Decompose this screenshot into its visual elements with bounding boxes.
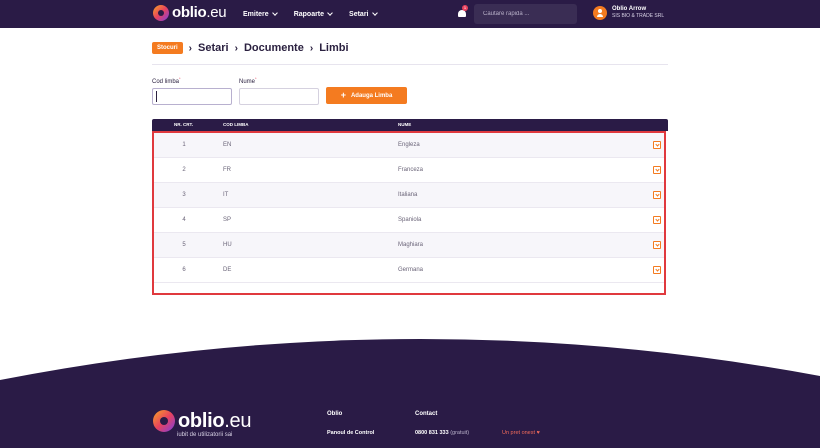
breadcrumb-separator-icon: ›	[234, 42, 238, 54]
add-language-label: Adauga Limba	[350, 92, 393, 99]
name-field-label: Nume*	[239, 76, 257, 85]
row-actions-dropdown-icon[interactable]	[653, 191, 661, 199]
footer-brand-tld: .eu	[224, 410, 252, 432]
menu-setari-label: Setari	[349, 10, 369, 18]
heart-icon: ♥	[536, 430, 540, 436]
menu-rapoarte-label: Rapoarte	[293, 10, 325, 18]
cell-cod: FR	[223, 167, 231, 173]
cell-cod: HU	[223, 242, 232, 248]
breadcrumb: Stocuri › Setari › Documente › Limbi	[152, 42, 349, 54]
row-actions-dropdown-icon[interactable]	[653, 141, 661, 149]
footer-link-panou[interactable]: Panoul de Control	[327, 430, 374, 436]
cell-cod: EN	[223, 142, 232, 148]
oblio-logo-icon	[153, 410, 175, 432]
table-row: 2 FR Franceza	[154, 158, 664, 183]
notification-badge: 1	[462, 5, 468, 11]
cell-nume: Engleza	[398, 142, 420, 148]
languages-table-body: 1 EN Engleza 2 FR Franceza 3 IT Italiana…	[152, 131, 666, 295]
footer-col-oblio-title: Oblio	[327, 411, 343, 417]
menu-emitere-label: Emitere	[243, 10, 269, 18]
cell-nume: Spaniola	[398, 217, 422, 223]
quick-search-input[interactable]	[474, 4, 577, 24]
user-name: Oblio Arrow	[612, 6, 647, 12]
cell-nr: 5	[182, 242, 186, 248]
cell-nr: 1	[182, 142, 186, 148]
required-mark: *	[179, 76, 181, 81]
footer-phone-note: (gratuit)	[450, 430, 470, 436]
footer-col-contact-title: Contact	[415, 411, 438, 417]
cell-cod: DE	[223, 267, 232, 273]
breadcrumb-divider	[152, 64, 668, 65]
breadcrumb-badge-stocuri[interactable]: Stocuri	[152, 42, 183, 54]
cell-nume: Germana	[398, 267, 424, 273]
footer-logo[interactable]: oblio.eu	[153, 410, 251, 432]
language-name-input[interactable]	[239, 88, 319, 105]
cell-nr: 4	[182, 217, 186, 223]
language-code-input[interactable]	[152, 88, 232, 105]
breadcrumb-item-documente[interactable]: Documente	[244, 42, 304, 54]
brand-logo[interactable]: oblio.eu	[153, 4, 227, 21]
oblio-logo-icon	[153, 5, 169, 21]
notifications-button[interactable]: 1	[457, 5, 468, 18]
breadcrumb-separator-icon: ›	[309, 42, 314, 54]
row-actions-dropdown-icon[interactable]	[653, 216, 661, 224]
row-actions-dropdown-icon[interactable]	[653, 241, 661, 249]
column-header-cod: COD LIMBA	[223, 122, 249, 127]
cell-nume: Italiana	[398, 192, 418, 198]
cell-cod: SP	[223, 217, 232, 223]
brand-name: oblio	[172, 4, 207, 21]
footer-wave-background	[0, 338, 820, 448]
menu-emitere[interactable]: Emitere	[243, 10, 278, 18]
bell-icon	[458, 10, 466, 17]
footer-price-note[interactable]: Un pret onest ♥	[502, 430, 540, 436]
cell-nr: 6	[182, 267, 186, 273]
user-company: SIS BIO & TRADE SRL	[612, 13, 665, 19]
code-field-label: Cod limba*	[152, 76, 181, 85]
chevron-down-icon	[271, 10, 278, 16]
cell-cod: IT	[223, 192, 229, 198]
footer-tagline: iubit de utilizatorii sai	[177, 432, 233, 438]
page-footer	[0, 330, 820, 448]
languages-table-header: NR. CRT. COD LIMBA NUME	[152, 119, 668, 131]
table-row: 6 DE Germana	[154, 258, 664, 283]
menu-rapoarte[interactable]: Rapoarte	[293, 10, 333, 18]
user-menu[interactable]: Oblio Arrow SIS BIO & TRADE SRL	[593, 6, 664, 20]
column-header-nume: NUME	[398, 122, 412, 127]
breadcrumb-item-setari[interactable]: Setari	[198, 42, 229, 54]
breadcrumb-separator-icon: ›	[188, 42, 193, 54]
user-avatar-icon	[593, 6, 607, 20]
column-header-nr: NR. CRT.	[174, 122, 193, 127]
required-mark: *	[255, 76, 257, 81]
footer-phone[interactable]: 0800 831 333 (gratuit)	[415, 430, 469, 436]
cell-nr: 3	[182, 192, 186, 198]
footer-brand-name: oblio	[178, 410, 225, 432]
add-language-button[interactable]: + Adauga Limba	[326, 87, 407, 104]
chevron-down-icon	[327, 10, 333, 16]
table-row: 4 SP Spaniola	[154, 208, 664, 233]
main-menu: Emitere Rapoarte Setari	[243, 0, 394, 28]
chevron-down-icon	[371, 10, 378, 16]
breadcrumb-item-limbi: Limbi	[319, 42, 349, 54]
cell-nume: Franceza	[398, 167, 424, 173]
menu-setari[interactable]: Setari	[349, 10, 378, 18]
text-cursor	[156, 91, 157, 102]
cell-nr: 2	[182, 167, 186, 173]
table-row: 5 HU Maghiara	[154, 233, 664, 258]
plus-icon: +	[340, 90, 346, 100]
row-actions-dropdown-icon[interactable]	[653, 266, 661, 274]
table-row: 1 EN Engleza	[154, 133, 664, 158]
top-navbar: oblio.eu Emitere Rapoarte Setari 1 Oblio…	[0, 0, 820, 28]
table-row: 3 IT Italiana	[154, 183, 664, 208]
cell-nume: Maghiara	[398, 242, 424, 248]
brand-tld: .eu	[206, 4, 227, 21]
row-actions-dropdown-icon[interactable]	[653, 166, 661, 174]
